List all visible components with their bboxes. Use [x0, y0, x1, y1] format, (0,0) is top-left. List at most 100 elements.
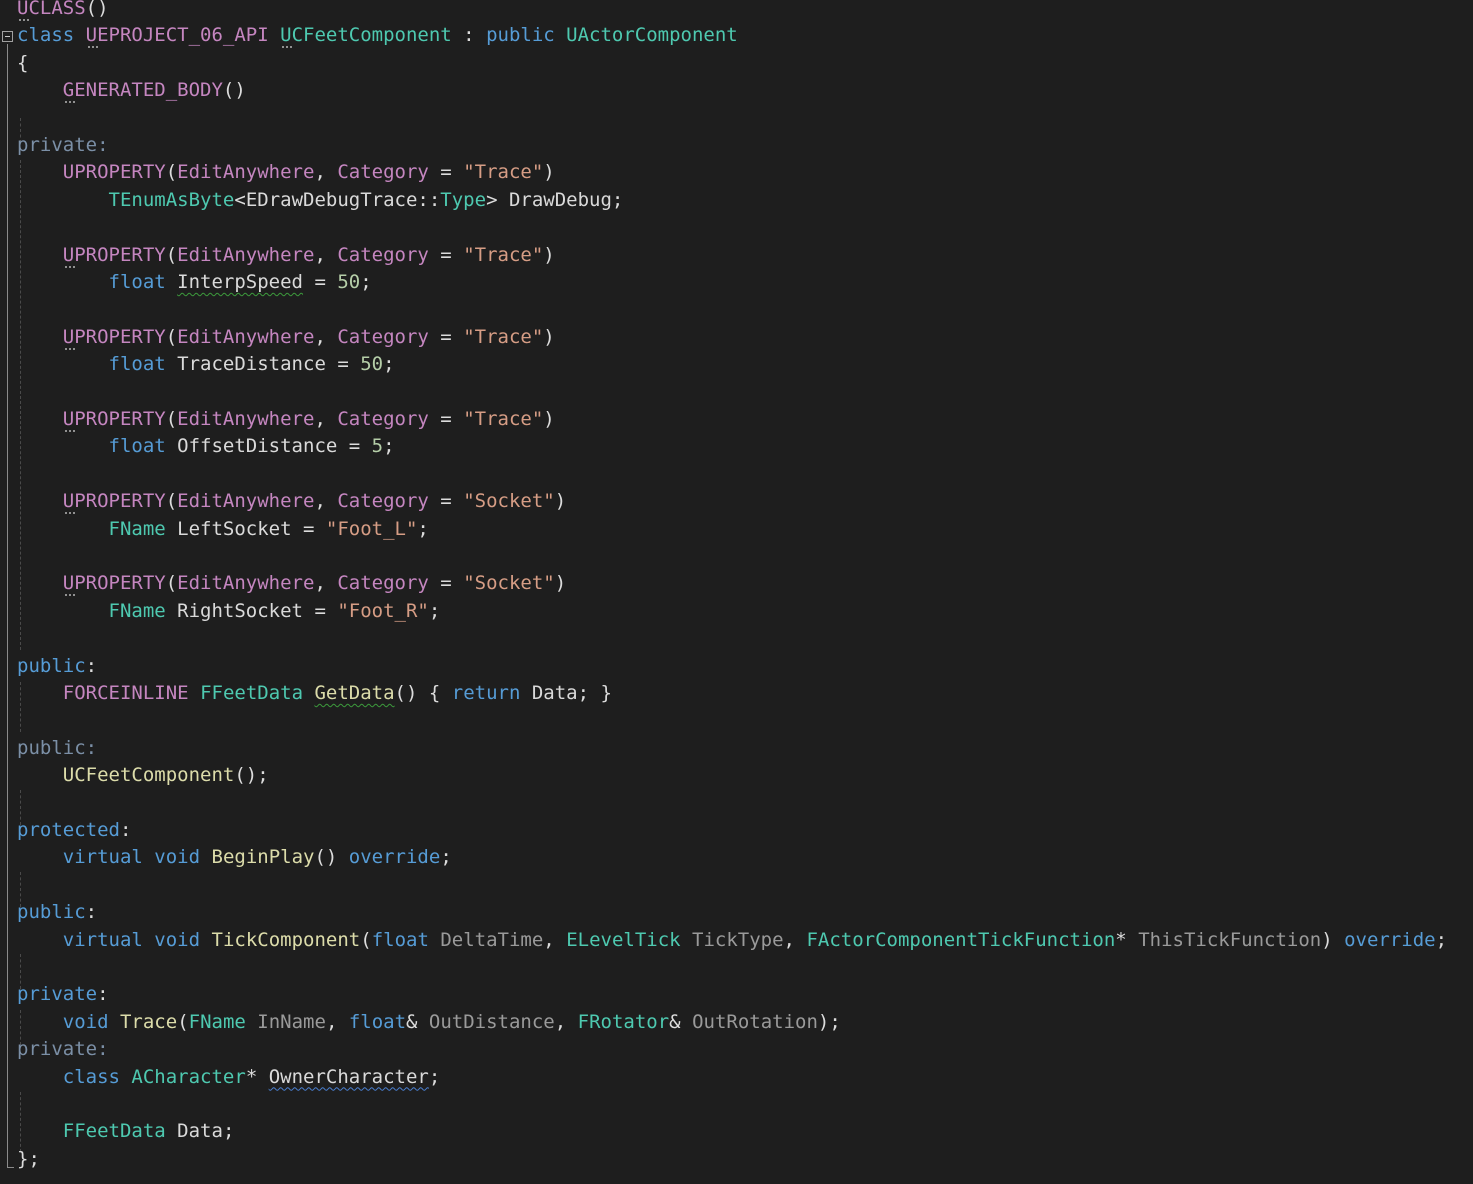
code-token: OutDistance — [428, 1010, 555, 1033]
code-token: , — [554, 1010, 578, 1033]
code-line[interactable]: public: — [17, 899, 97, 926]
code-token: void — [62, 1010, 109, 1033]
code-line[interactable]: UPROPERTY(EditAnywhere, Category = "Sock… — [17, 570, 566, 597]
code-line[interactable]: UCLASS() — [17, 0, 109, 22]
code-line[interactable]: FName LeftSocket = "Foot_L"; — [17, 516, 429, 543]
code-token: () — [314, 846, 349, 869]
collapse-class-toggle-icon[interactable] — [2, 31, 13, 42]
code-line[interactable]: float InterpSpeed = 50; — [17, 269, 372, 296]
code-token: * — [245, 1065, 269, 1088]
code-token: void — [154, 846, 201, 869]
code-token: Category — [337, 490, 429, 513]
code-line[interactable]: { — [17, 50, 28, 77]
code-token: UPROPERTY — [62, 325, 166, 348]
code-token: ACharacter — [131, 1065, 246, 1088]
code-line[interactable]: public: — [17, 653, 97, 680]
code-token: , — [314, 325, 338, 348]
code-token: TickComponent — [211, 928, 361, 951]
code-line[interactable]: GENERATED_BODY() — [17, 77, 246, 104]
code-line[interactable]: private: — [17, 1036, 109, 1063]
code-line[interactable]: TEnumAsByte<EDrawDebugTrace::Type> DrawD… — [17, 187, 624, 214]
code-token: ; — [222, 1120, 235, 1143]
code-token: : — [85, 736, 98, 759]
code-token: = — [428, 572, 464, 595]
code-token: Category — [337, 325, 429, 348]
code-token: EDrawDebugTrace — [245, 188, 418, 211]
code-token: UPROPERTY — [62, 243, 166, 266]
code-line[interactable]: UPROPERTY(EditAnywhere, Category = "Trac… — [17, 406, 555, 433]
code-token: ) — [554, 572, 567, 595]
code-line[interactable]: protected: — [17, 817, 131, 844]
code-line[interactable]: class ACharacter* OwnerCharacter; — [17, 1064, 441, 1091]
code-token: float — [108, 435, 166, 458]
code-token: UActorComponent — [566, 24, 738, 47]
code-line[interactable]: void Trace(FName InName, float& OutDista… — [17, 1009, 841, 1036]
code-token: , — [314, 490, 338, 513]
code-line[interactable]: UPROPERTY(EditAnywhere, Category = "Trac… — [17, 159, 555, 186]
code-token: ( — [165, 572, 178, 595]
code-token: = — [428, 243, 464, 266]
code-token: : — [85, 654, 98, 677]
code-token: GENERATED_BODY — [62, 79, 223, 102]
code-token: ; } — [577, 682, 612, 704]
code-editor[interactable]: UCLASS() class UEPROJECT_06_API UCFeetCom… — [0, 0, 1473, 1184]
code-token: FORCEINLINE — [62, 682, 189, 704]
code-token: EditAnywhere — [177, 161, 315, 184]
code-token: 50 — [337, 271, 361, 293]
code-line[interactable]: class UEPROJECT_06_API UCFeetComponent :… — [17, 22, 738, 49]
code-token: Type — [440, 188, 487, 211]
code-token: TraceDistance — [177, 353, 326, 376]
code-token: FFeetData — [200, 682, 304, 704]
code-line[interactable]: float TraceDistance = 50; — [17, 351, 395, 378]
code-line[interactable]: UCFeetComponent(); — [17, 762, 269, 789]
code-line[interactable]: FORCEINLINE FFeetData GetData() { return… — [17, 680, 612, 707]
code-line[interactable]: }; — [17, 1146, 40, 1173]
code-token: ; — [428, 599, 441, 622]
code-line[interactable]: UPROPERTY(EditAnywhere, Category = "Sock… — [17, 488, 566, 515]
code-line[interactable]: float OffsetDistance = 5; — [17, 433, 395, 460]
code-line[interactable]: private: — [17, 981, 109, 1008]
code-line[interactable]: UPROPERTY(EditAnywhere, Category = "Trac… — [17, 242, 555, 269]
code-line[interactable]: UPROPERTY(EditAnywhere, Category = "Trac… — [17, 324, 555, 351]
code-line[interactable]: FName RightSocket = "Foot_R"; — [17, 598, 441, 625]
code-token: "Socket" — [463, 490, 555, 513]
code-line[interactable]: FFeetData Data; — [17, 1118, 235, 1145]
code-token: ; — [383, 353, 395, 376]
code-token: override — [348, 846, 441, 869]
code-line[interactable]: virtual void BeginPlay() override; — [17, 844, 452, 871]
code-token: ) — [554, 490, 567, 513]
code-token: ) — [543, 408, 555, 430]
code-token: class — [62, 1065, 120, 1088]
code-token: "Trace" — [463, 243, 544, 266]
code-line[interactable]: virtual void TickComponent(float DeltaTi… — [17, 927, 1447, 954]
code-token: ; — [417, 517, 429, 540]
code-token: "Foot_L" — [325, 517, 418, 540]
code-token: override — [1344, 928, 1436, 951]
code-line[interactable]: public: — [17, 735, 97, 762]
code-token: :: — [417, 188, 441, 211]
code-token: Category — [337, 572, 429, 595]
code-token: = — [428, 490, 464, 513]
code-line[interactable]: private: — [17, 132, 109, 159]
outline-bar — [7, 44, 8, 1168]
code-token: OwnerCharacter — [268, 1065, 429, 1088]
code-token: InterpSpeed — [177, 271, 304, 293]
code-token: * — [1115, 928, 1139, 951]
code-token: = — [428, 408, 464, 430]
code-token: () — [222, 79, 246, 102]
